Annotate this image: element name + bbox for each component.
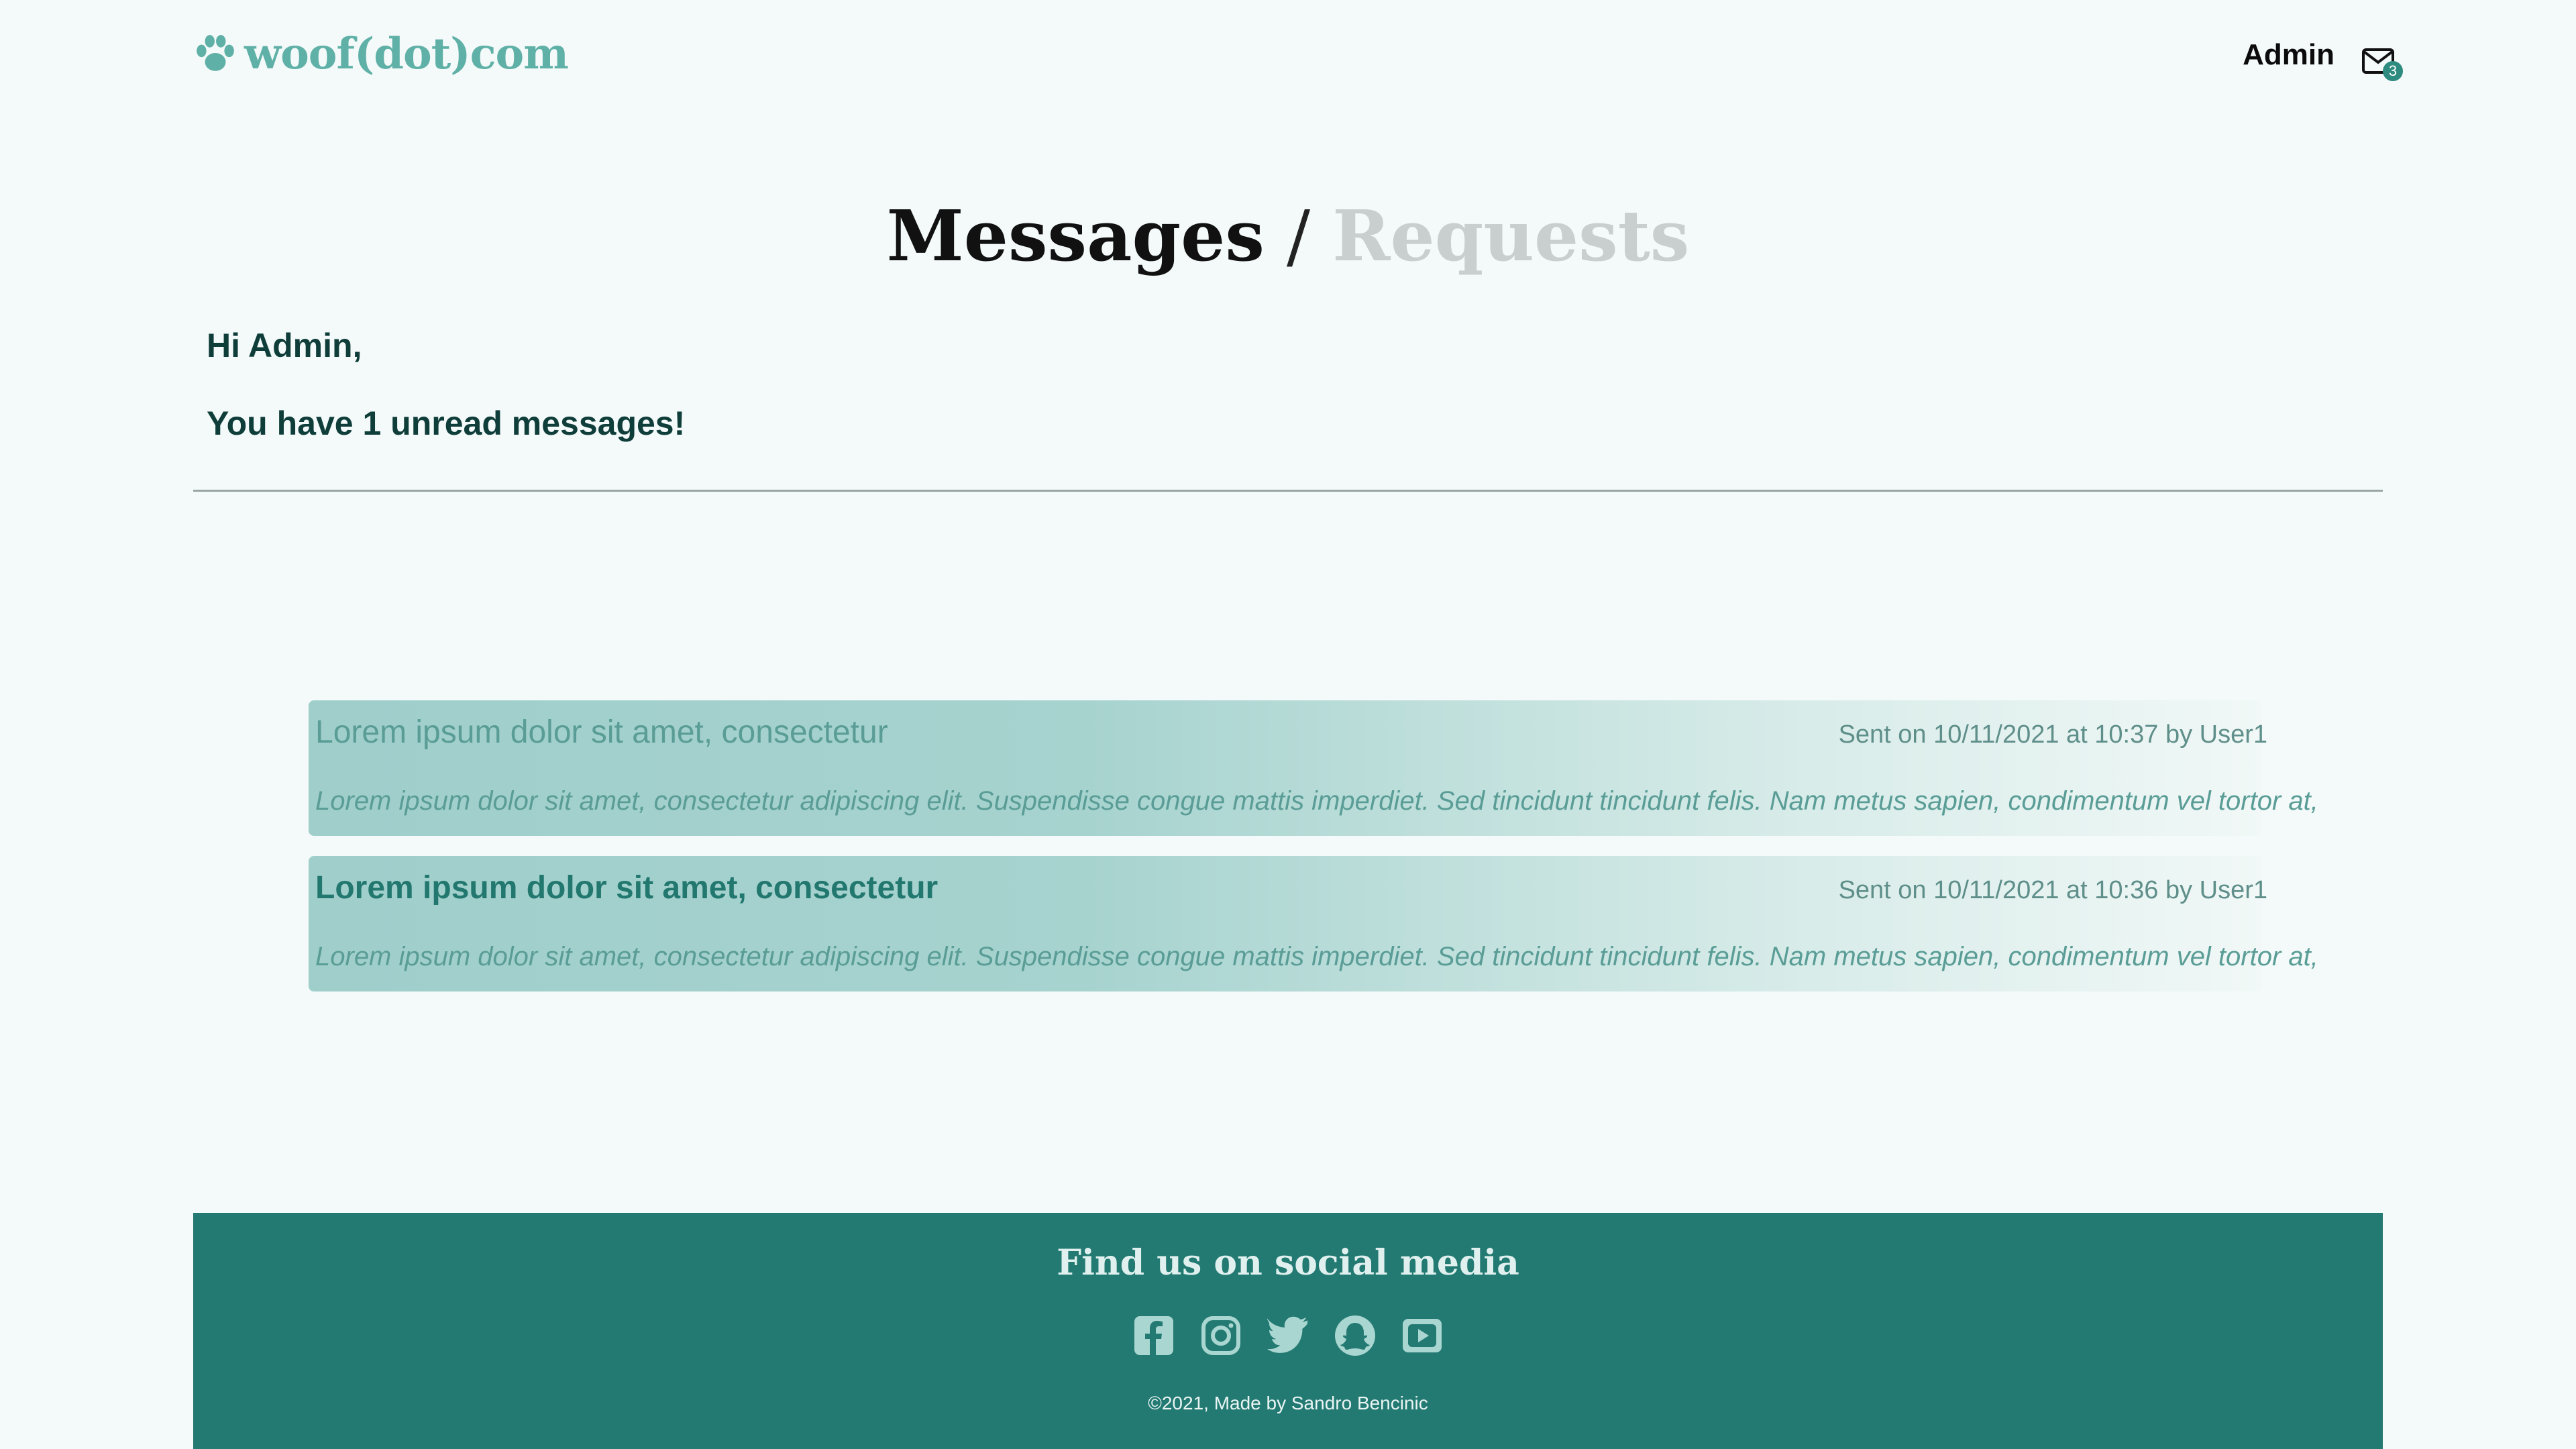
snapchat-icon[interactable]	[1334, 1315, 1376, 1356]
footer-title: Find us on social media	[1057, 1242, 1519, 1283]
unread-count-badge: 3	[2383, 61, 2403, 81]
message-preview: Lorem ipsum dolor sit amet, consectetur …	[315, 786, 2318, 816]
divider	[193, 490, 2383, 492]
page-title: Messages / Requests	[0, 195, 2576, 277]
message-item[interactable]: Lorem ipsum dolor sit amet, consectetur …	[309, 700, 2318, 836]
footer: Find us on social media ©2021, Made by S…	[193, 1213, 2383, 1449]
unread-summary: You have 1 unread messages!	[207, 405, 686, 442]
message-subject: Lorem ipsum dolor sit amet, consectetur	[315, 714, 888, 750]
paw-icon	[197, 35, 234, 71]
header-nav: Admin 3	[2243, 32, 2403, 81]
tab-messages[interactable]: Messages	[887, 195, 1265, 277]
youtube-icon[interactable]	[1401, 1315, 1443, 1356]
facebook-icon[interactable]	[1133, 1315, 1175, 1356]
twitter-icon[interactable]	[1267, 1315, 1309, 1356]
logo-text: woof(dot)com	[244, 28, 569, 79]
messages-button[interactable]: 3	[2361, 38, 2403, 81]
tab-requests[interactable]: Requests	[1332, 195, 1689, 277]
title-separator: /	[1286, 195, 1310, 277]
nav-admin-link[interactable]: Admin	[2243, 38, 2334, 72]
instagram-icon[interactable]	[1200, 1315, 1242, 1356]
message-preview: Lorem ipsum dolor sit amet, consectetur …	[315, 942, 2318, 971]
copyright-text: ©2021, Made by Sandro Bencinic	[1148, 1393, 1428, 1413]
greeting-text: Hi Admin,	[207, 327, 362, 364]
message-item-unread[interactable]: Lorem ipsum dolor sit amet, consectetur …	[309, 856, 2318, 991]
message-subject: Lorem ipsum dolor sit amet, consectetur	[315, 870, 938, 906]
message-meta: Sent on 10/11/2021 at 10:36 by User1	[1838, 876, 2267, 904]
message-meta: Sent on 10/11/2021 at 10:37 by User1	[1838, 720, 2267, 749]
social-links	[193, 1315, 2383, 1356]
site-logo[interactable]: woof(dot)com	[193, 27, 569, 80]
